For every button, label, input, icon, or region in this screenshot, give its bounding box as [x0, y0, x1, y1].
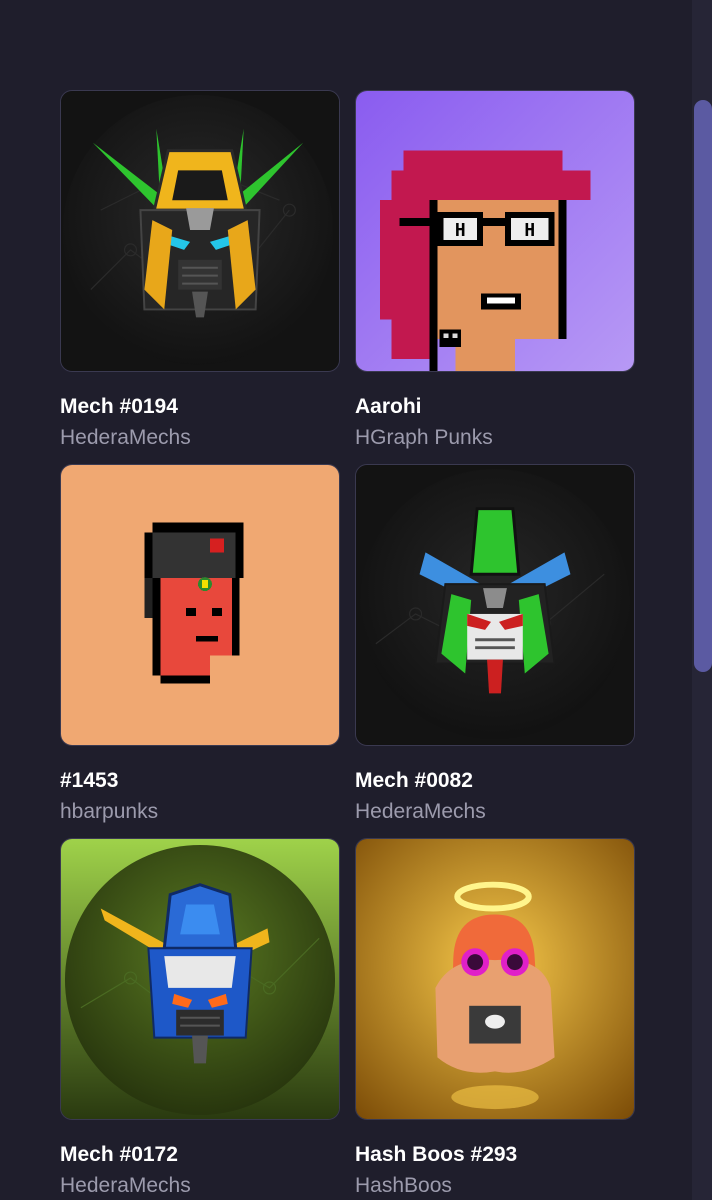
mech-head-icon	[61, 839, 339, 1119]
nft-gallery-page: Mech #0194 HederaMechs H H Aarohi HGraph…	[0, 0, 712, 1200]
nft-name: Hash Boos #293	[355, 1143, 518, 1166]
nft-name: Mech #0082	[355, 769, 473, 792]
nft-collection[interactable]: HashBoos	[355, 1173, 635, 1199]
nft-card[interactable]: Mech #0172 HederaMechs	[60, 838, 340, 1200]
nft-grid: Mech #0194 HederaMechs H H Aarohi HGraph…	[60, 90, 635, 1200]
nft-card[interactable]: #1453 hbarpunks	[60, 464, 340, 838]
mech-head-icon	[61, 91, 339, 371]
nft-collection[interactable]: hbarpunks	[60, 799, 340, 825]
nft-image[interactable]	[60, 464, 340, 746]
nft-name: Aarohi	[355, 395, 422, 418]
pixel-punk-icon	[61, 465, 339, 745]
nft-card[interactable]: Hash Boos #293 HashBoos	[355, 838, 635, 1200]
nft-image[interactable]	[355, 838, 635, 1120]
scrollbar-thumb[interactable]	[694, 100, 712, 672]
nft-card[interactable]: Mech #0082 HederaMechs	[355, 464, 635, 838]
nft-collection[interactable]: HGraph Punks	[355, 425, 635, 451]
nft-card[interactable]: H H Aarohi HGraph Punks	[355, 90, 635, 464]
nft-image[interactable]	[60, 838, 340, 1120]
nft-name: Mech #0172	[60, 1143, 178, 1166]
ghost-icon	[356, 839, 634, 1119]
nft-image[interactable]: H H	[355, 90, 635, 372]
mech-head-icon	[356, 465, 634, 745]
nft-image[interactable]	[60, 90, 340, 372]
glasses-letter: H	[524, 220, 535, 241]
nft-collection[interactable]: HederaMechs	[60, 425, 340, 451]
nft-name: Mech #0194	[60, 395, 178, 418]
nft-name: #1453	[60, 769, 119, 792]
nft-image[interactable]	[355, 464, 635, 746]
nft-collection[interactable]: HederaMechs	[60, 1173, 340, 1199]
nft-collection[interactable]: HederaMechs	[355, 799, 635, 825]
glasses-letter: H	[455, 220, 466, 241]
pixel-punk-icon: H H	[356, 91, 634, 371]
nft-card[interactable]: Mech #0194 HederaMechs	[60, 90, 340, 464]
